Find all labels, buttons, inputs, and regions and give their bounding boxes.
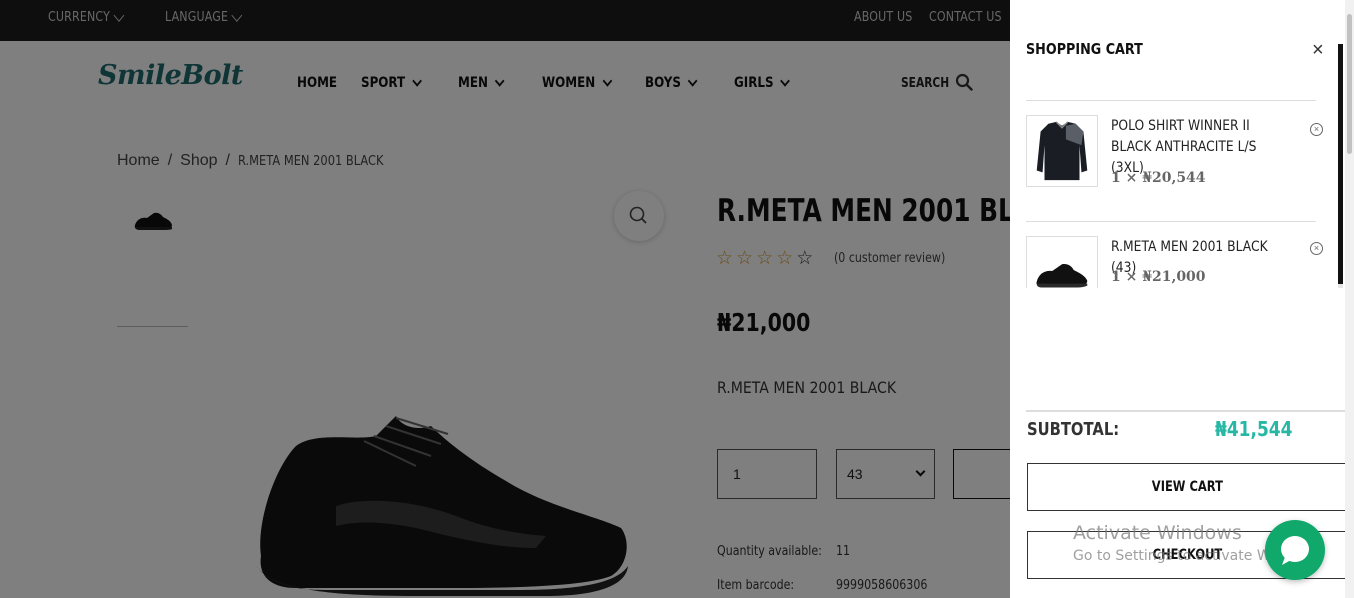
page-overlay[interactable] [0,0,1010,598]
chat-button[interactable] [1265,520,1325,580]
polo-shirt-image [1036,121,1088,181]
view-cart-button[interactable]: VIEW CART [1027,463,1348,511]
cart-divider [1026,221,1316,222]
chat-bubble-icon [1281,536,1309,565]
subtotal-label: SUBTOTAL: [1027,419,1120,440]
subtotal-value: ₦41,544 [1215,417,1293,441]
remove-item-icon[interactable]: × [1310,123,1323,136]
cart-scrollbar-thumb[interactable] [1338,44,1343,284]
cart-drawer: SHOPPING CART × POLO SHIRT WINNER II BLA… [1010,0,1354,598]
view-cart-label: VIEW CART [1151,479,1224,495]
cart-item-image[interactable] [1026,115,1098,187]
cart-items-list: POLO SHIRT WINNER II BLACK ANTHRACITE L/… [1010,100,1340,288]
cart-item-quantity-price: 1 × ₦20,544 [1111,170,1206,186]
page-scrollbar-thumb[interactable] [1347,14,1352,154]
shoe-thumbnail-image [1036,264,1088,288]
cart-item-quantity-price: 1 × ₦21,000 [1111,269,1206,285]
cart-title: SHOPPING CART [1026,40,1143,58]
cart-divider [1026,100,1316,101]
subtotal-divider [1026,410,1349,412]
activate-windows-title: Activate Windows [1073,522,1242,544]
cart-item-image[interactable] [1026,236,1098,288]
close-icon[interactable]: × [1312,40,1324,60]
remove-item-icon[interactable]: × [1310,242,1323,255]
